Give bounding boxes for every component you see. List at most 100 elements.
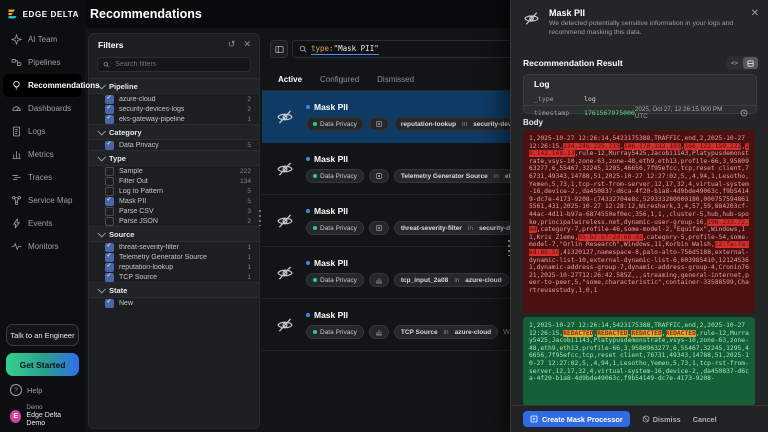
sidebar-item-label: Metrics (28, 150, 54, 159)
collapse-panel-button[interactable] (270, 40, 288, 58)
source-chip[interactable]: tcp_input_2a08inazure-cloud (394, 273, 509, 287)
search-query[interactable]: type:"Mask PII" (311, 44, 379, 55)
sidebar-item-metrics[interactable]: Metrics (3, 143, 82, 166)
category-chip[interactable]: Data Privacy (306, 325, 364, 339)
category-chip[interactable]: Data Privacy (306, 273, 364, 287)
mask-pii-icon (276, 316, 306, 334)
sidebar: EDGE DELTA AI Team Pipelines Recommendat… (0, 0, 85, 432)
sidebar-item-traces[interactable]: Traces (3, 166, 82, 189)
checkbox-checked[interactable] (105, 299, 114, 308)
source-type-chip[interactable] (369, 325, 389, 339)
raw-view-toggle[interactable]: <> (727, 57, 742, 69)
filter-section-state[interactable]: State (89, 282, 259, 298)
tab-dismissed[interactable]: Dismissed (377, 72, 414, 93)
checkbox-checked[interactable] (105, 141, 114, 150)
sidebar-bottom: Talk to an Engineer Get Started ? Help E… (0, 324, 85, 428)
chevron-down-icon (97, 285, 105, 293)
category-chip[interactable]: Data Privacy (306, 221, 364, 235)
filter-item-sample[interactable]: Sample222 (89, 166, 259, 176)
checkbox-checked[interactable] (105, 263, 114, 272)
tab-configured[interactable]: Configured (320, 72, 359, 93)
source-chip[interactable]: TCP Sourceinazure-cloud (394, 325, 498, 339)
detail-resize-handle[interactable] (508, 240, 510, 256)
cancel-button[interactable]: Cancel (693, 415, 717, 424)
sidebar-item-dashboards[interactable]: Dashboards (3, 97, 82, 120)
sidebar-item-logs[interactable]: Logs (3, 120, 82, 143)
view-toggle-group: <> (726, 56, 759, 70)
mask-pii-icon (276, 108, 306, 126)
talk-to-engineer-button[interactable]: Talk to an Engineer (6, 324, 79, 346)
checkbox[interactable] (105, 167, 114, 176)
checkbox-checked[interactable] (105, 105, 114, 114)
filter-item-threat-severity-filter[interactable]: threat-severity-filter1 (89, 242, 259, 252)
checkbox[interactable] (105, 177, 114, 186)
checkbox[interactable] (105, 207, 114, 216)
filter-item-new[interactable]: New (89, 298, 259, 308)
log-body-masked[interactable]: 1,2025-10-27 12:26:14,5423175388,TRAFFIC… (523, 317, 755, 406)
filter-section-pipeline[interactable]: Pipeline (89, 78, 259, 94)
tab-active[interactable]: Active (278, 72, 302, 93)
filters-search-input[interactable] (113, 60, 245, 69)
create-mask-processor-button[interactable]: Create Mask Processor (523, 411, 630, 427)
log-body-original[interactable]: 1,2025-10-27 12:26:14,5423175388,TRAFFIC… (523, 130, 755, 313)
checkbox[interactable] (105, 187, 114, 196)
sidebar-item-ai-team[interactable]: AI Team (3, 28, 82, 51)
processor-chip[interactable] (369, 221, 389, 235)
user-name: Demo (26, 405, 75, 412)
dismiss-button[interactable]: Dismiss (642, 415, 681, 424)
get-started-button[interactable]: Get Started (6, 353, 79, 376)
filter-item-azure-cloud[interactable]: azure-cloud2 (89, 94, 259, 104)
processor-icon (375, 120, 383, 128)
checkbox-checked[interactable] (105, 243, 114, 252)
processor-chip[interactable] (369, 117, 389, 131)
checkbox-checked[interactable] (105, 197, 114, 206)
filter-item-telemetry-generator-source[interactable]: Telemetry Generator Source1 (89, 252, 259, 262)
traces-icon (11, 172, 22, 183)
close-filters-icon[interactable]: ✕ (243, 40, 251, 49)
processor-chip[interactable] (369, 169, 389, 183)
sidebar-item-events[interactable]: Events (3, 212, 82, 235)
category-chip[interactable]: Data Privacy (306, 169, 364, 183)
source-type-chip[interactable] (369, 273, 389, 287)
checkbox-checked[interactable] (105, 253, 114, 262)
filter-item-log-to-pattern[interactable]: Log to Pattern5 (89, 186, 259, 196)
filter-item-security-devices-logs[interactable]: security-devices-logs2 (89, 104, 259, 114)
sidebar-item-monitors[interactable]: Monitors (3, 235, 82, 258)
filter-item-eks-gateway-pipeline[interactable]: eks-gateway-pipeline1 (89, 114, 259, 124)
filters-title: Filters (98, 40, 220, 50)
category-chip[interactable]: Data Privacy (306, 117, 364, 131)
filter-section-category[interactable]: Category (89, 124, 259, 140)
user-menu[interactable]: E Demo Edge Delta Demo (10, 405, 75, 428)
filter-section-source[interactable]: Source (89, 226, 259, 242)
formatted-view-toggle[interactable] (743, 57, 758, 69)
close-icon[interactable]: ✕ (751, 8, 759, 19)
filter-item-filter-out[interactable]: Filter Out134 (89, 176, 259, 186)
filter-section-type[interactable]: Type (89, 150, 259, 166)
processor-icon (375, 224, 383, 232)
chart-icon (375, 328, 383, 336)
filter-item-reputation-lookup[interactable]: reputation-lookup1 (89, 262, 259, 272)
filter-item-tcp-source[interactable]: TCP Source1 (89, 272, 259, 282)
filter-item-parse-json[interactable]: Parse JSON2 (89, 216, 259, 226)
reset-filters-icon[interactable]: ↺ (228, 40, 236, 49)
checkbox[interactable] (105, 217, 114, 226)
table-view-icon (747, 60, 754, 67)
edgedelta-logo[interactable]: EDGE DELTA (0, 0, 85, 26)
checkbox-checked[interactable] (105, 115, 114, 124)
detail-description: We detected potentially sensitive inform… (549, 20, 734, 37)
filter-item-parse-csv[interactable]: Parse CSV3 (89, 206, 259, 216)
sidebar-item-pipelines[interactable]: Pipelines (3, 51, 82, 74)
sidebar-item-recommendations[interactable]: Recommendations (3, 74, 82, 97)
body-label: Body (523, 118, 543, 127)
filters-resize-handle[interactable] (259, 210, 261, 226)
sidebar-item-service-map[interactable]: Service Map (3, 189, 82, 212)
filters-search[interactable] (97, 57, 251, 72)
chevron-down-icon (97, 153, 105, 161)
metrics-icon (11, 149, 22, 160)
checkbox-checked[interactable] (105, 273, 114, 282)
filter-item-data-privacy[interactable]: Data Privacy5 (89, 140, 259, 150)
checkbox-checked[interactable] (105, 95, 114, 104)
category-dot (313, 226, 317, 230)
help-button[interactable]: ? Help (10, 384, 75, 396)
filter-item-mask-pii[interactable]: Mask PII5 (89, 196, 259, 206)
